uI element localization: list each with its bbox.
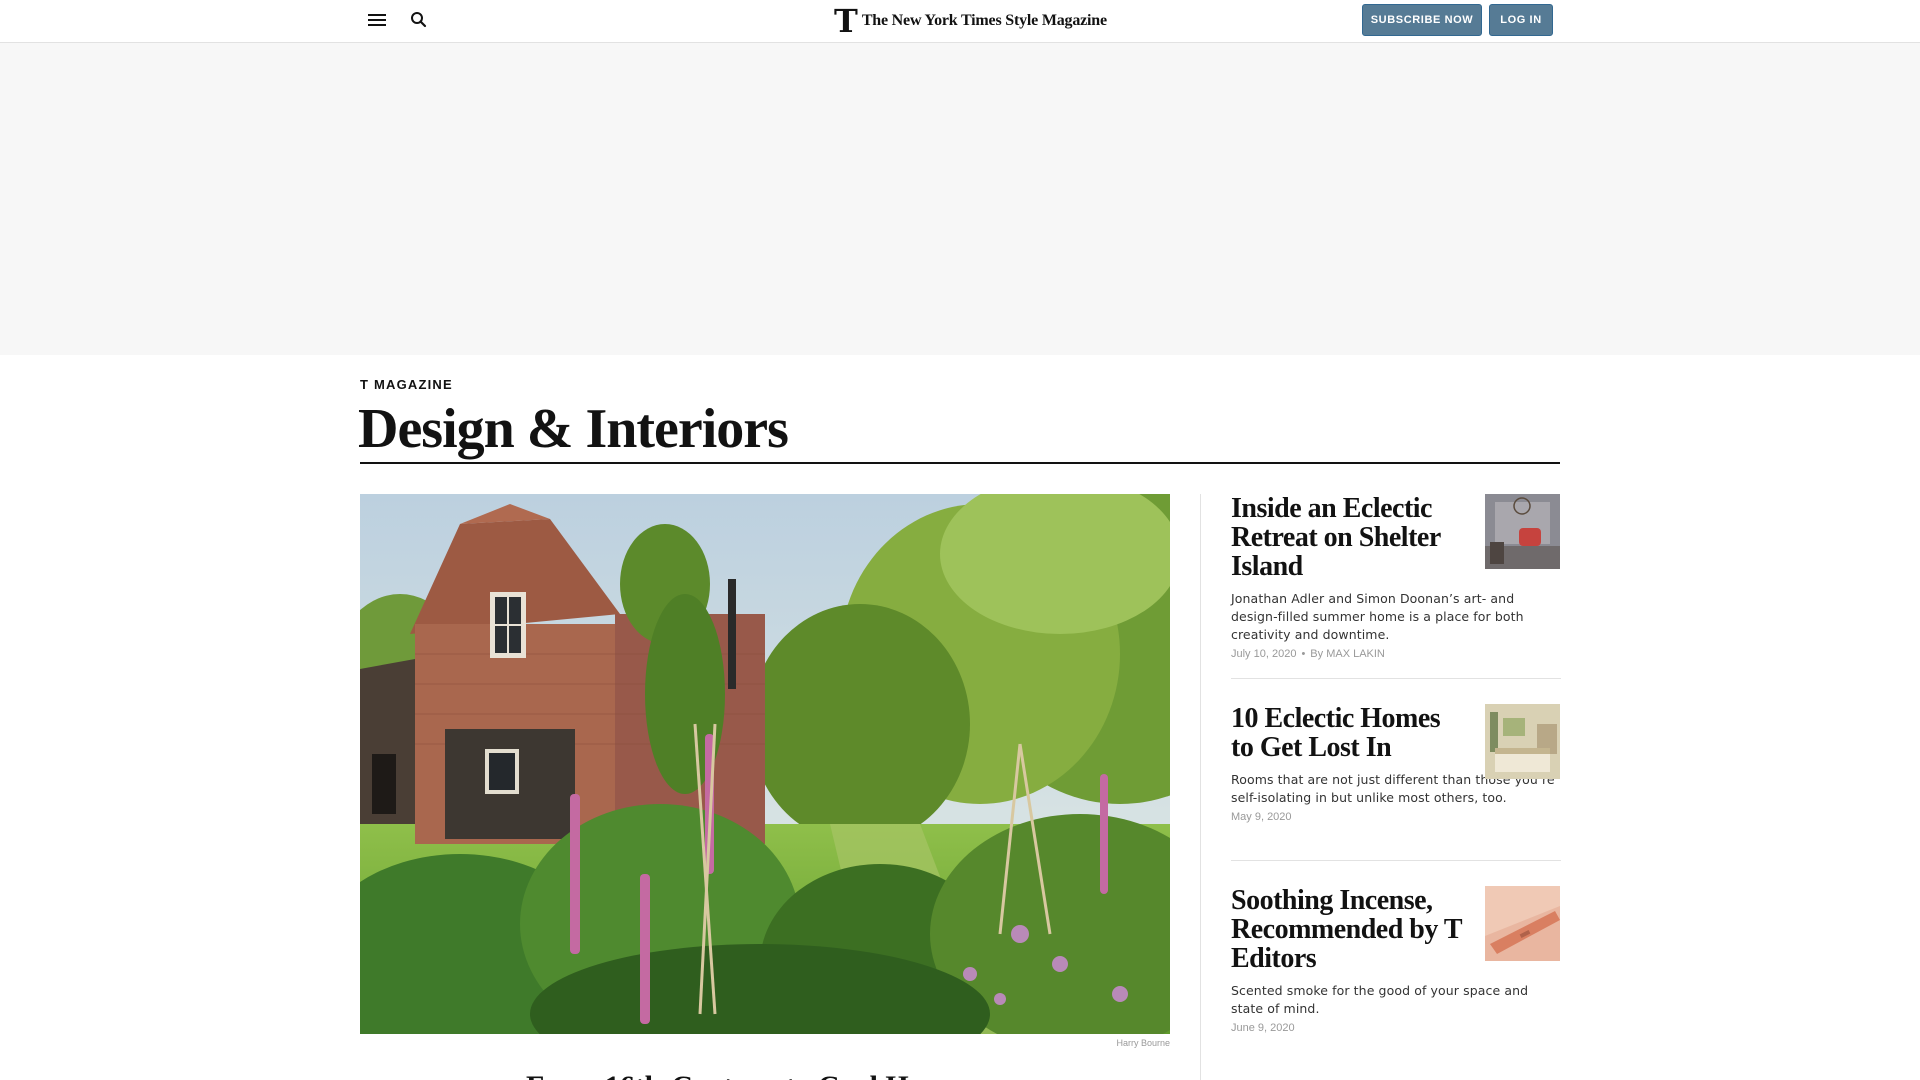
section-title: Design & Interiors [358, 398, 789, 460]
story-headline[interactable]: Inside an Eclectic Retreat on Shelter Is… [1231, 494, 1466, 581]
section-kicker[interactable]: T MAGAZINE [360, 377, 453, 392]
story-date: June 9, 2020 [1231, 1022, 1295, 1034]
logo-text: The New York Times Style Magazine [861, 12, 1107, 29]
story-date: July 10, 2020 [1231, 648, 1297, 660]
top-navigation-bar: T The New York Times Style Magazine SUBS… [0, 0, 1920, 43]
story-headline[interactable]: 10 Eclectic Homes to Get Lost In [1231, 704, 1466, 762]
story-headline[interactable]: Soothing Incense, Recommended by T Edito… [1231, 886, 1466, 973]
menu-icon[interactable] [368, 12, 386, 28]
story-card: 10 Eclectic Homes to Get Lost In Rooms t… [1231, 704, 1561, 823]
meta-separator: • [1301, 648, 1306, 660]
section-divider [360, 462, 1560, 464]
image-credit: Harry Bourne [1116, 1038, 1170, 1048]
story-thumbnail[interactable] [1485, 704, 1560, 779]
story-summary: Jonathan Adler and Simon Doonan’s art- a… [1231, 591, 1524, 642]
story-date: May 9, 2020 [1231, 811, 1292, 823]
story-divider [1231, 860, 1561, 861]
story-summary: Scented smoke for the good of your space… [1231, 983, 1529, 1016]
story-divider [1231, 678, 1561, 679]
subscribe-button[interactable]: SUBSCRIBE NOW [1362, 4, 1482, 36]
story-meta: July 10, 2020 • By MAX LAKIN [1231, 648, 1561, 660]
story-card: Soothing Incense, Recommended by T Edito… [1231, 886, 1561, 1034]
login-button[interactable]: LOG IN [1489, 4, 1553, 36]
t-logo-icon: T [834, 2, 858, 40]
site-logo[interactable]: T The New York Times Style Magazine [834, 2, 1107, 40]
story-thumbnail[interactable] [1485, 886, 1560, 961]
story-thumbnail[interactable] [1485, 494, 1560, 569]
advertisement-region [0, 43, 1920, 355]
story-meta: May 9, 2020 [1231, 811, 1561, 823]
column-divider [1200, 494, 1201, 1080]
story-meta: June 9, 2020 [1231, 1022, 1561, 1034]
lead-story-image[interactable] [360, 494, 1170, 1034]
search-icon[interactable] [409, 10, 429, 30]
lead-story-headline[interactable]: From 16th-Century to Cool Homes [526, 1070, 974, 1080]
story-card: Inside an Eclectic Retreat on Shelter Is… [1231, 494, 1561, 660]
story-byline[interactable]: By MAX LAKIN [1310, 648, 1385, 660]
